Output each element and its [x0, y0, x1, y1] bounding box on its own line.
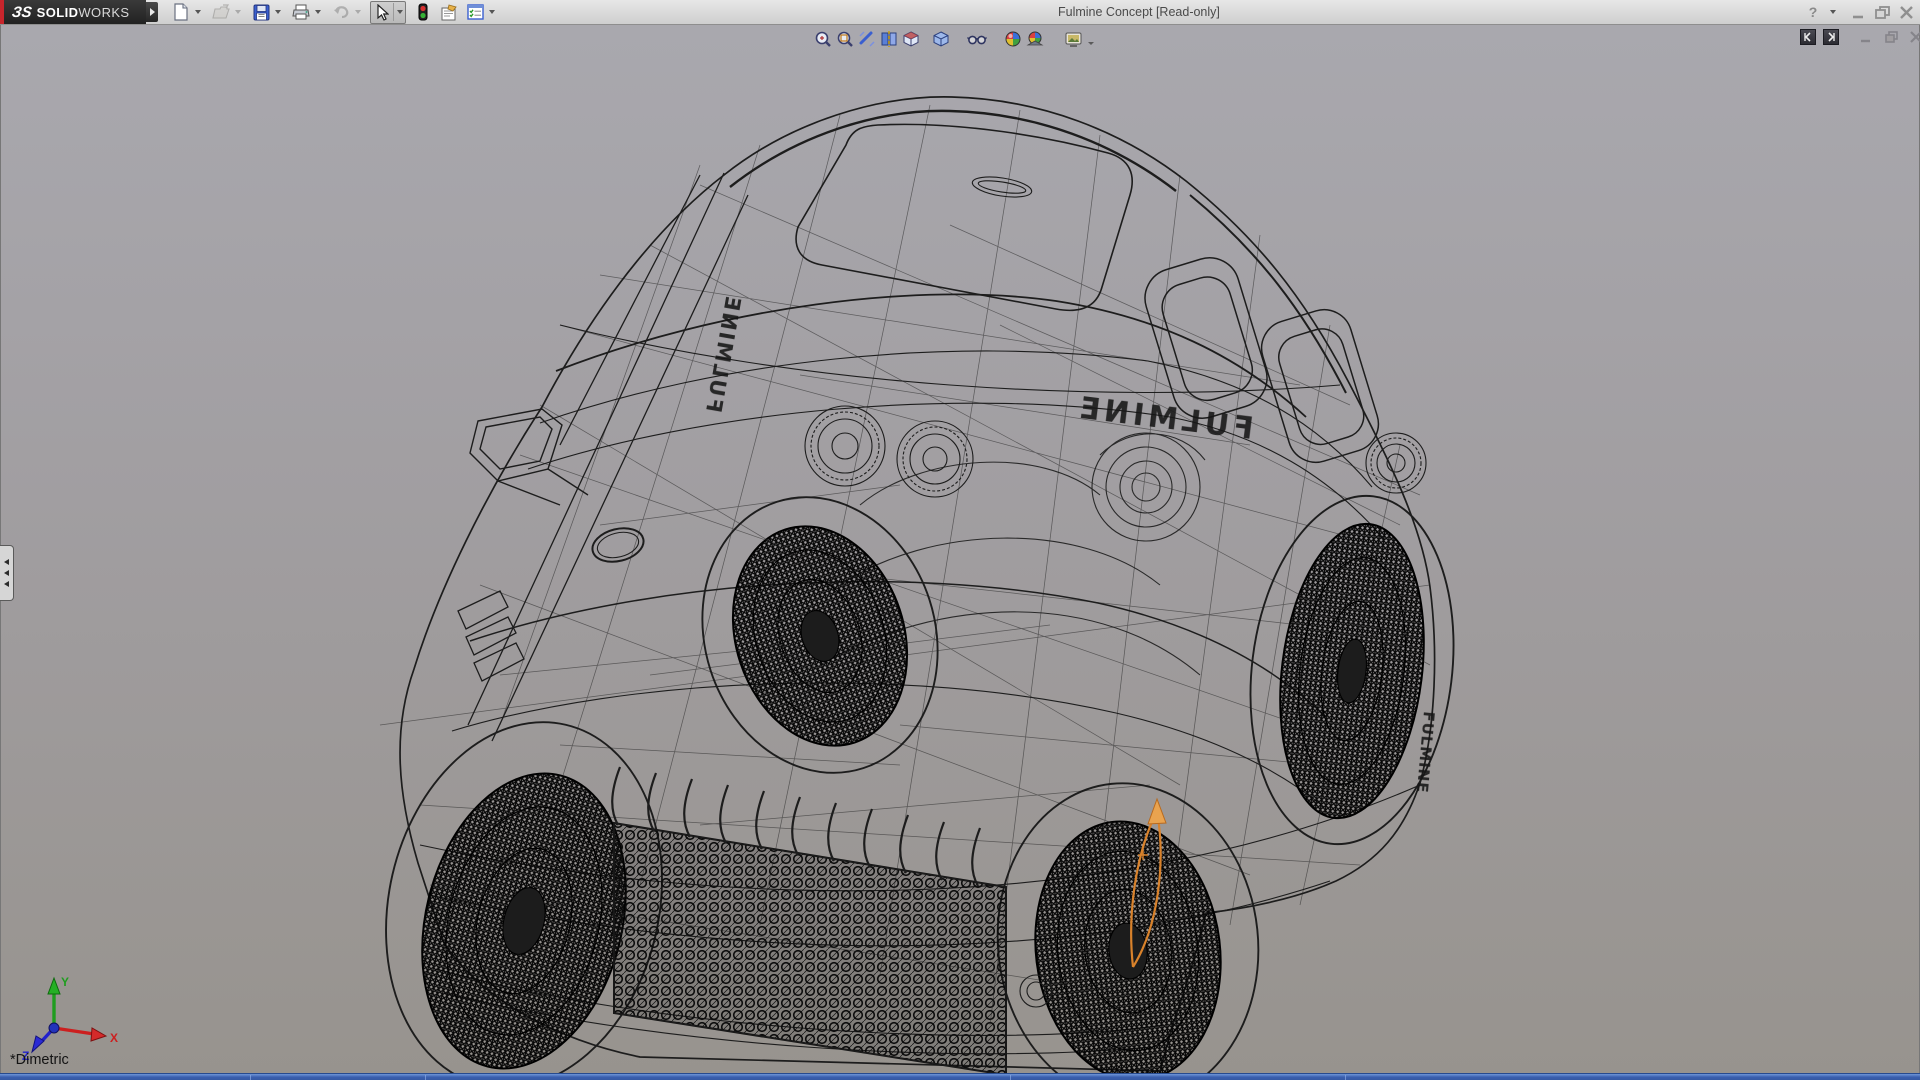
- save-icon: [253, 4, 270, 21]
- undo-button[interactable]: [330, 1, 352, 23]
- menu-flyout-button[interactable]: [146, 2, 158, 22]
- hide-show-items-button[interactable]: [966, 29, 988, 49]
- brand-name-bold: SOLID: [37, 5, 79, 20]
- wheel-front-right[interactable]: [1021, 811, 1235, 1080]
- new-document-caret[interactable]: [192, 1, 203, 23]
- axis-x: X: [54, 1028, 118, 1045]
- help-button[interactable]: ?: [1803, 2, 1823, 22]
- minimize-icon: [1860, 31, 1872, 43]
- close-icon: [1900, 6, 1913, 19]
- window-controls: ?: [1803, 0, 1916, 24]
- app-close-button[interactable]: [1896, 2, 1916, 22]
- title-bar: ЗS SOLIDWORKS Fulmine: [0, 0, 1920, 25]
- front-light-slats: [458, 591, 524, 681]
- open-button[interactable]: [210, 1, 232, 23]
- heads-up-toolbar: [812, 28, 1096, 50]
- car-wireframe[interactable]: FULMINE FULMINE FULMINE: [351, 97, 1473, 1080]
- view-orientation-label: *Dimetric: [10, 1052, 69, 1068]
- view-orientation-icon: [902, 30, 920, 48]
- collapse-arrow-icon: [4, 581, 9, 587]
- print-caret[interactable]: [312, 1, 323, 23]
- document-restore-button[interactable]: [1882, 29, 1900, 45]
- save-button[interactable]: [250, 1, 272, 23]
- restore-icon: [1885, 31, 1898, 43]
- previous-view-icon: [858, 30, 876, 48]
- feature-pane-flyout-tab[interactable]: [0, 545, 14, 601]
- zoom-to-fit-icon: [814, 30, 832, 48]
- options-button[interactable]: [464, 1, 486, 23]
- section-view-button[interactable]: [878, 29, 900, 49]
- print-button[interactable]: [290, 1, 312, 23]
- app-restore-button[interactable]: [1872, 2, 1892, 22]
- rebuild-button[interactable]: [412, 1, 434, 23]
- options-caret[interactable]: [486, 1, 497, 23]
- spline-arrowhead: [1148, 799, 1166, 824]
- view-settings-icon: [1064, 30, 1083, 48]
- zoom-to-area-icon: [836, 30, 854, 48]
- collapse-arrow-icon: [4, 559, 9, 565]
- app-minimize-button[interactable]: [1848, 2, 1868, 22]
- solidworks-logo[interactable]: ЗS SOLIDWORKS: [4, 0, 146, 24]
- svg-text:FULMINE: FULMINE: [1074, 390, 1256, 447]
- main-toolbar: [170, 1, 504, 23]
- model-wireframe-canvas[interactable]: FULMINE FULMINE FULMINE: [0, 25, 1920, 1080]
- document-title: Fulmine Concept [Read-only]: [1058, 0, 1220, 24]
- document-close-button[interactable]: [1907, 29, 1920, 45]
- document-minimize-button[interactable]: [1857, 29, 1875, 45]
- display-style-icon: [932, 30, 950, 48]
- svg-text:X: X: [110, 1031, 118, 1045]
- file-properties-icon: [440, 4, 458, 21]
- apply-scene-button[interactable]: [1024, 29, 1046, 49]
- display-style-button[interactable]: [930, 29, 952, 49]
- apply-scene-icon: [1026, 30, 1044, 48]
- help-caret[interactable]: [1827, 1, 1838, 23]
- svg-text:Y: Y: [61, 975, 69, 989]
- solidworks-window: FULMINE FULMINE FULMINE: [0, 0, 1920, 1080]
- minimize-icon: [1852, 6, 1865, 19]
- rebuild-traffic-light-icon: [418, 3, 428, 21]
- pane-right-icon: [1826, 32, 1836, 42]
- brand-name-light: WORKS: [78, 5, 129, 20]
- status-bar: [0, 1073, 1920, 1080]
- edit-appearance-icon: [1004, 30, 1022, 48]
- select-cursor-icon: [375, 4, 389, 21]
- pane-toggle-left-button[interactable]: [1800, 29, 1816, 45]
- new-document-icon: [173, 3, 189, 21]
- select-tool-button[interactable]: [370, 1, 406, 24]
- edit-appearance-button[interactable]: [1002, 29, 1024, 49]
- collapse-arrow-icon: [4, 570, 9, 576]
- open-caret[interactable]: [232, 1, 243, 23]
- open-icon: [212, 4, 230, 20]
- restore-icon: [1875, 6, 1890, 19]
- pane-left-icon: [1803, 32, 1813, 42]
- ds-logo-mark: ЗS: [11, 4, 33, 21]
- hide-show-items-icon: [967, 30, 987, 48]
- undo-icon: [332, 4, 350, 20]
- zoom-to-area-button[interactable]: [834, 29, 856, 49]
- new-document-button[interactable]: [170, 1, 192, 23]
- section-view-icon: [880, 30, 898, 48]
- hud-expand-caret[interactable]: [1088, 42, 1094, 45]
- previous-view-button[interactable]: [856, 29, 878, 49]
- select-caret[interactable]: [394, 1, 405, 23]
- pane-toggle-right-button[interactable]: [1823, 29, 1839, 45]
- view-settings-button[interactable]: [1062, 29, 1084, 49]
- view-orientation-button[interactable]: [900, 29, 922, 49]
- close-icon: [1910, 31, 1920, 43]
- print-icon: [292, 4, 310, 20]
- save-caret[interactable]: [272, 1, 283, 23]
- zoom-to-fit-button[interactable]: [812, 29, 834, 49]
- svg-text:FULMINE: FULMINE: [1413, 711, 1438, 795]
- axis-y: Y: [48, 975, 69, 1028]
- file-properties-button[interactable]: [438, 1, 460, 23]
- flyout-arrow-icon: [150, 8, 155, 16]
- svg-text:FULMINE: FULMINE: [701, 293, 745, 415]
- document-window-controls: [1800, 29, 1920, 45]
- undo-caret[interactable]: [352, 1, 363, 23]
- options-icon: [467, 4, 484, 20]
- reference-triad: Y X Z: [4, 962, 134, 1062]
